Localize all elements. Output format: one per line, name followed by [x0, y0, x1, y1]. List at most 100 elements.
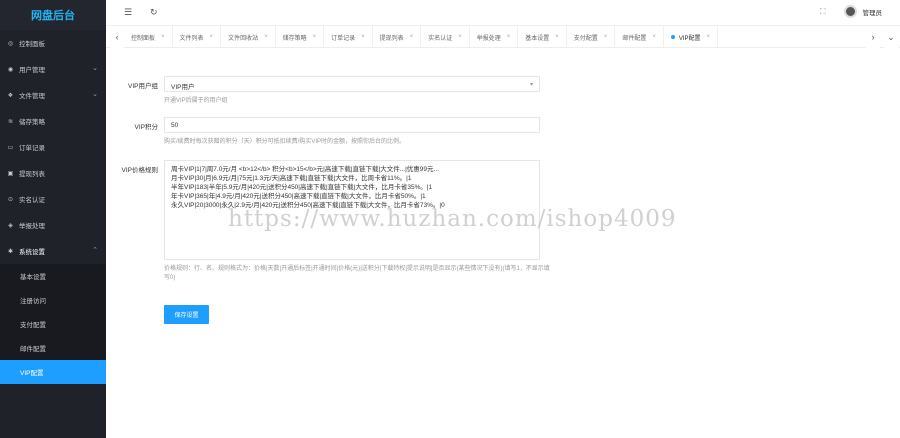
close-icon[interactable]: × — [604, 34, 608, 40]
sidebar-item-2[interactable]: ❖ 文件管理 ⌄ — [0, 82, 106, 108]
sidebar-item-label: 用户管理 — [19, 67, 45, 74]
vip-price-hint: 价格规则：行、名、规则格式为：价格|天数|开通后标签|开通时间|价格(元)|送积… — [164, 266, 550, 281]
tab-label: 支付配置 — [573, 35, 598, 42]
tab-2[interactable]: 文件回收站 × — [221, 26, 276, 48]
close-icon[interactable]: × — [555, 34, 559, 40]
close-icon[interactable]: × — [210, 34, 214, 40]
withdraw-icon: ▣ — [7, 170, 14, 177]
tab-label: 基本设置 — [525, 35, 550, 42]
sidebar-item-label: 实名认证 — [19, 197, 45, 204]
dropdown-arrow-icon: ▾ — [529, 82, 533, 88]
dashboard-icon: ◎ — [7, 40, 14, 47]
vip-group-label: VIP用户组 — [128, 83, 158, 90]
vip-group-hint: 开通VIP后属于的用户组 — [164, 98, 228, 104]
tab-label: 举报处理 — [476, 35, 501, 42]
vip-points-label: VIP积分 — [134, 124, 158, 131]
vip-points-input[interactable]: 50 — [164, 117, 540, 133]
close-icon[interactable]: × — [507, 34, 511, 40]
chevron-down-icon: ⌄ — [92, 91, 98, 98]
sidebar-menu: ◎ 控制面板 ◉ 用户管理 ⌄ ❖ 文件管理 ⌄ ≋ 储存策略 ▭ 订单记录 ▣ 提现列表 ⊙ 实名认证 ◈ 举报… — [0, 30, 106, 264]
menu-toggle-icon[interactable]: ☰ — [124, 7, 132, 18]
tab-label: 控制面板 — [131, 35, 156, 42]
sidebar-subitem-1[interactable]: 注册访问 — [0, 288, 106, 312]
storage-icon: ≋ — [7, 118, 14, 125]
tab-5[interactable]: 提现列表 × — [373, 26, 422, 48]
sidebar-subitem-2[interactable]: 支付配置 — [0, 312, 106, 336]
save-settings-button[interactable]: 保存设置 — [164, 305, 209, 324]
tab-bar: ‹ 控制面板 × 文件列表 × 文件回收站 × 储存策略 × 订单记录 × 提现列表 × 实名认证 × 举报… — [106, 26, 900, 48]
tab-3[interactable]: 储存策略 × — [276, 26, 325, 48]
refresh-icon[interactable]: ↻ — [150, 7, 158, 18]
sidebar-submenu-settings: 基本设置 注册访问 支付配置 邮件配置 VIP配置 — [0, 264, 106, 384]
active-dot-icon — [670, 35, 675, 39]
vip-settings-form: VIP用户组 VIP用户 ▾ 开通VIP后属于的用户组 VIP积分 50 购买/… — [106, 48, 900, 438]
tab-1[interactable]: 文件列表 × — [173, 26, 222, 48]
sidebar-subitem-3[interactable]: 邮件配置 — [0, 336, 106, 360]
tab-6[interactable]: 实名认证 × — [421, 26, 470, 48]
sidebar-item-6[interactable]: ⊙ 实名认证 — [0, 186, 106, 212]
sidebar-item-1[interactable]: ◉ 用户管理 ⌄ — [0, 56, 106, 82]
sidebar-item-label: 储存策略 — [19, 119, 45, 126]
sidebar-item-label: 文件管理 — [19, 93, 45, 100]
verify-icon: ⊙ — [7, 196, 14, 203]
tab-4[interactable]: 订单记录 × — [324, 26, 373, 48]
sidebar-item-label: 举报处理 — [19, 223, 45, 230]
avatar[interactable] — [843, 5, 857, 18]
sidebar-item-7[interactable]: ◈ 举报处理 — [0, 212, 106, 238]
sidebar-item-8[interactable]: ✱ 系统设置 ⌃ — [0, 238, 106, 264]
tab-scroll-right-icon[interactable]: › — [866, 26, 880, 48]
tab-10[interactable]: 邮件配置 × — [615, 26, 664, 48]
chevron-down-icon: ⌄ — [92, 65, 98, 72]
tab-label: 文件回收站 — [228, 35, 259, 42]
settings-icon: ✱ — [7, 248, 14, 255]
top-header: ☰ ↻ ⛶ 管理员 — [106, 0, 900, 26]
vip-points-hint: 购买/续费时每次获赠的积分（天）积分可抵扣续费/购买VIP时的金额，按照你后台的… — [164, 139, 406, 145]
sidebar-item-4[interactable]: ▭ 订单记录 — [0, 134, 106, 160]
vip-group-select[interactable]: VIP用户 ▾ — [164, 76, 540, 92]
tab-label: 实名认证 — [428, 35, 453, 42]
close-icon[interactable]: × — [652, 34, 656, 40]
file-icon: ❖ — [7, 92, 14, 99]
tab-label: 提现列表 — [379, 35, 404, 42]
tab-options-icon[interactable]: ⌄ — [884, 26, 898, 48]
tab-label: 邮件配置 — [622, 35, 647, 42]
tab-label: 订单记录 — [331, 35, 356, 42]
close-icon[interactable]: × — [707, 34, 711, 40]
order-icon: ▭ — [7, 144, 14, 151]
sidebar-item-5[interactable]: ▣ 提现列表 — [0, 160, 106, 186]
sidebar-item-label: 系统设置 — [19, 249, 45, 256]
tab-label: 储存策略 — [282, 35, 307, 42]
tab-label: 文件列表 — [179, 35, 204, 42]
sidebar-item-label: 控制面板 — [19, 41, 45, 48]
close-icon[interactable]: × — [410, 34, 414, 40]
tab-11[interactable]: VIP配置 × — [664, 26, 719, 48]
admin-name[interactable]: 管理员 — [863, 7, 883, 17]
tab-list: 控制面板 × 文件列表 × 文件回收站 × 储存策略 × 订单记录 × 提现列表 × 实名认证 × 举报处理… — [124, 26, 719, 48]
close-icon[interactable]: × — [264, 34, 268, 40]
tab-0[interactable]: 控制面板 × — [124, 26, 173, 48]
tab-7[interactable]: 举报处理 × — [470, 26, 519, 48]
close-icon[interactable]: × — [458, 34, 462, 40]
sidebar-subitem-0[interactable]: 基本设置 — [0, 264, 106, 288]
close-icon[interactable]: × — [361, 34, 365, 40]
tab-label: VIP配置 — [678, 35, 701, 42]
chevron-up-icon: ⌃ — [92, 247, 98, 254]
vip-price-label: VIP价格规则 — [121, 167, 158, 174]
vip-group-value: VIP用户 — [171, 84, 195, 91]
tab-scroll-left-icon[interactable]: ‹ — [110, 26, 124, 48]
sidebar-subitem-4[interactable]: VIP配置 — [0, 360, 106, 384]
sidebar-item-label: 提现列表 — [19, 171, 45, 178]
tab-9[interactable]: 支付配置 × — [567, 26, 616, 48]
sidebar-item-label: 订单记录 — [19, 145, 45, 152]
sidebar-item-0[interactable]: ◎ 控制面板 — [0, 30, 106, 56]
close-icon[interactable]: × — [313, 34, 317, 40]
sidebar-item-3[interactable]: ≋ 储存策略 — [0, 108, 106, 134]
sidebar: 网盘后台 ◎ 控制面板 ◉ 用户管理 ⌄ ❖ 文件管理 ⌄ ≋ 储存策略 ▭ 订单记录 ▣ 提现列表 ⊙ 实名… — [0, 0, 106, 438]
user-icon: ◉ — [7, 66, 14, 73]
tab-8[interactable]: 基本设置 × — [518, 26, 567, 48]
fullscreen-icon[interactable]: ⛶ — [820, 7, 826, 17]
watermark-text: https://www.huzhan.com/ishop4009 — [228, 206, 677, 232]
close-icon[interactable]: × — [161, 34, 165, 40]
report-icon: ◈ — [8, 222, 13, 229]
app-logo: 网盘后台 — [0, 0, 106, 30]
